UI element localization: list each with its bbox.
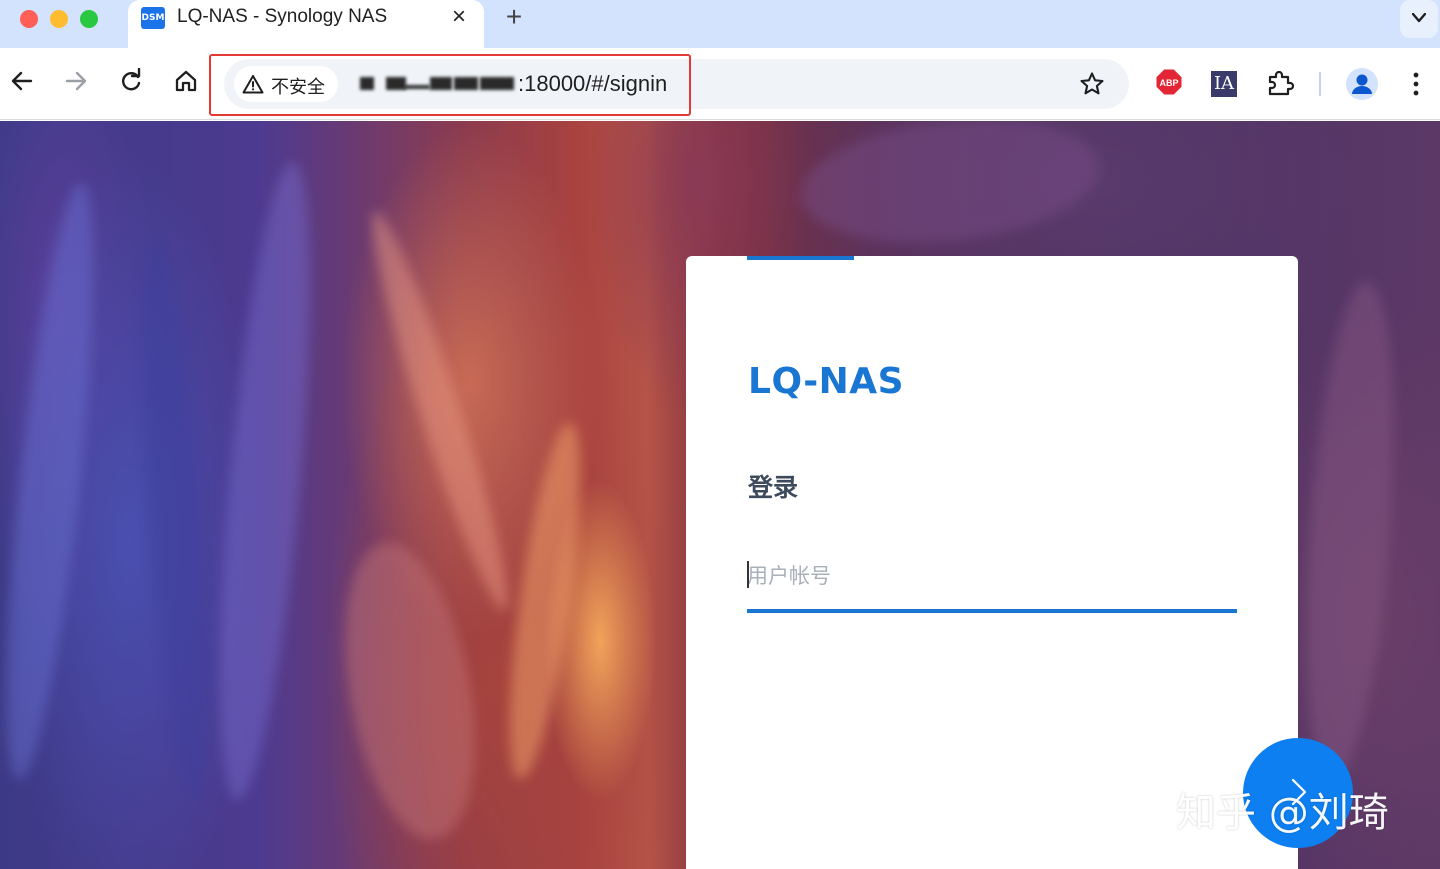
tab-title: LQ-NAS - Synology NAS [177,6,388,27]
window-maximize-button[interactable] [80,10,98,28]
login-card: LQ-NAS 登录 [686,256,1298,869]
card-accent-bar [747,256,854,260]
window-minimize-button[interactable] [50,10,68,28]
chevron-down-icon [1412,13,1426,23]
home-icon [175,70,197,92]
forward-button[interactable] [63,68,93,98]
dsm-favicon-icon: DSM [141,7,165,29]
home-button[interactable] [173,68,203,98]
new-tab-button[interactable]: + [500,2,528,32]
window-close-button[interactable] [20,10,38,28]
arrow-left-icon [11,71,33,91]
reload-icon [122,68,141,91]
nas-hostname: LQ-NAS [748,361,905,402]
toolbar-divider [1319,72,1321,96]
extensions-puzzle-icon[interactable] [1266,69,1294,97]
internet-archive-icon[interactable]: IA [1211,71,1237,97]
person-icon [1352,74,1372,94]
text-caret [747,561,749,588]
reload-button[interactable] [118,68,148,98]
zhihu-watermark: 知乎 @刘琦 [1176,790,1389,836]
bookmark-star-icon[interactable] [1079,71,1105,97]
svg-text:ABP: ABP [1159,78,1178,88]
username-input[interactable] [747,556,1237,596]
username-input-underline [747,609,1237,613]
tab-strip: DSM LQ-NAS - Synology NAS × + [0,0,1440,48]
tab-search-button[interactable] [1400,0,1438,38]
url-highlight-annotation [209,54,691,116]
back-button[interactable] [9,68,39,98]
browser-toolbar: 不安全 :18000/#/signin ABP IA [0,48,1440,120]
profile-avatar[interactable] [1346,68,1378,100]
tab-close-button[interactable]: × [446,2,472,32]
login-heading: 登录 [748,474,799,502]
active-tab[interactable]: DSM LQ-NAS - Synology NAS × [128,0,484,48]
adblock-plus-icon[interactable]: ABP [1155,68,1183,96]
more-menu-icon[interactable] [1406,70,1426,98]
arrow-right-icon [65,71,87,91]
